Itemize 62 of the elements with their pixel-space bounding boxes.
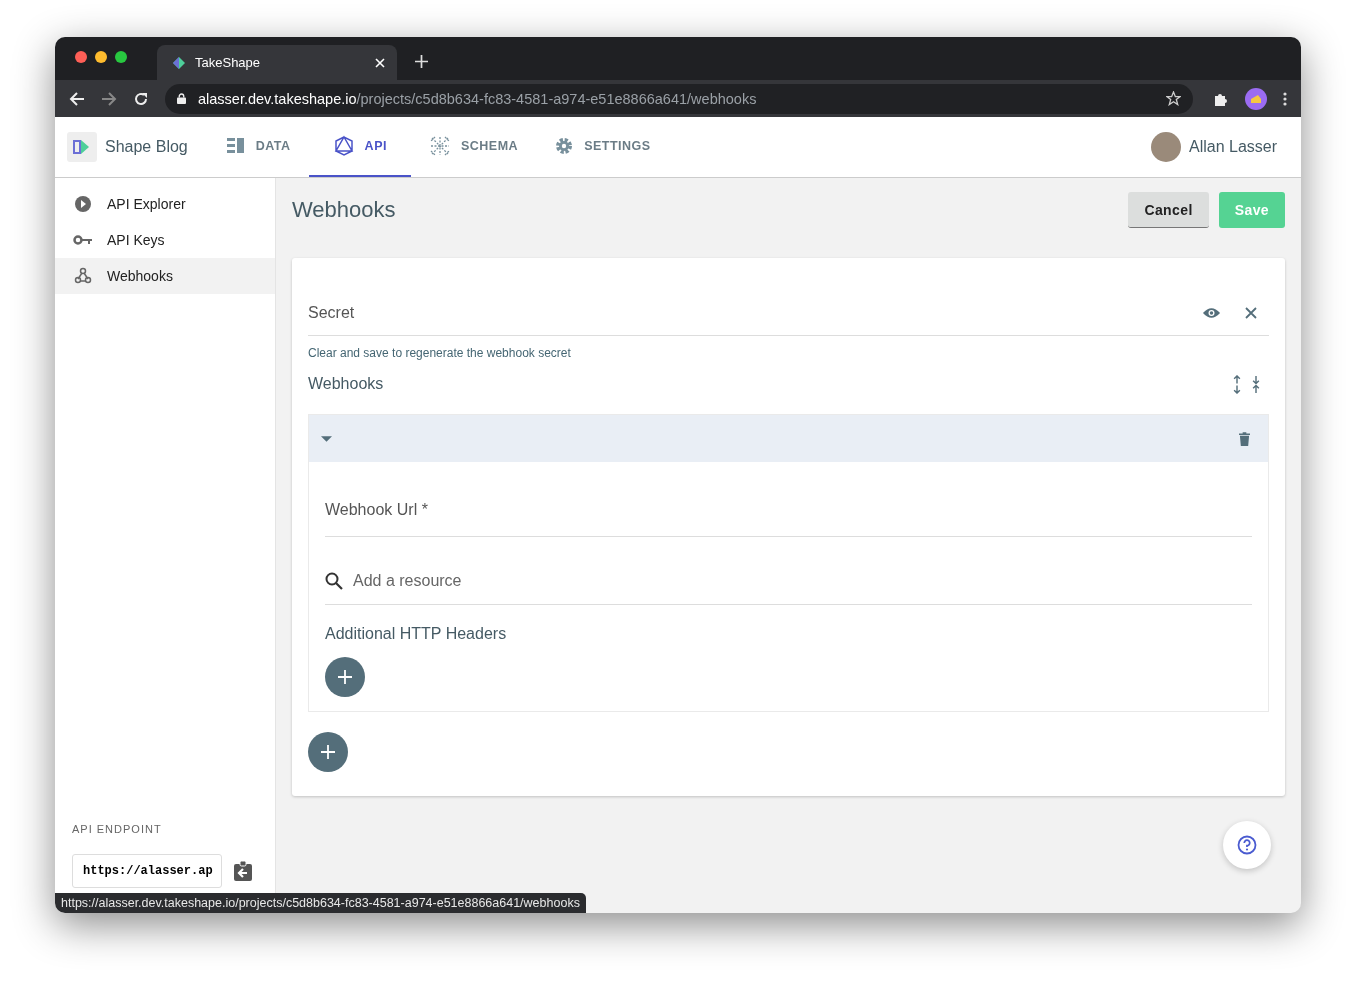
- status-url-tooltip: https://alasser.dev.takeshape.io/projects/c5d8b634-fc83-4581-a974-e51e8866a641/webhooks: [55, 893, 586, 913]
- settings-icon: [554, 136, 575, 156]
- section-label: Additional HTTP Headers: [325, 625, 508, 643]
- webhook-icon: [73, 267, 93, 285]
- resource-search-field[interactable]: Add a resource: [351, 570, 1252, 591]
- nav-tab[interactable]: SETTINGS: [536, 117, 669, 177]
- zoom-window-icon[interactable]: [115, 50, 127, 63]
- secret-field[interactable]: Secret: [308, 290, 1269, 336]
- help-icon: [1237, 835, 1257, 855]
- lattice-icon: [428, 135, 451, 157]
- add-webhook-button[interactable]: [308, 732, 348, 772]
- graph-icon: [332, 135, 355, 157]
- search-icon: [325, 571, 343, 590]
- nav-tab[interactable]: SCHEMA: [410, 117, 537, 177]
- profile-avatar[interactable]: [1245, 87, 1267, 110]
- address-bar[interactable]: alasser.dev.takeshape.io/projects/c5d8b634-fc83-4581-a974-e51e8866a641/webhooks: [165, 83, 1193, 114]
- collapse-icon[interactable]: [1252, 374, 1260, 394]
- minimize-window-icon[interactable]: [95, 50, 107, 63]
- close-window-icon[interactable]: [75, 50, 87, 63]
- cancel-button[interactable]: Cancel: [1128, 192, 1209, 228]
- plus-icon: [338, 670, 352, 684]
- key-icon: [73, 234, 93, 246]
- helper-text: Clear and save to regenerate the webhook secret: [308, 346, 572, 360]
- project-logo[interactable]: [67, 132, 97, 162]
- diamond-logo-icon: [173, 56, 185, 69]
- clipboard-icon[interactable]: [233, 861, 252, 881]
- field-label: Webhook Url *: [325, 501, 429, 519]
- url-host: alasser.dev.takeshape.io: [198, 90, 357, 107]
- caret-icon[interactable]: [321, 433, 332, 444]
- user-name[interactable]: Allan Lasser: [1188, 138, 1277, 156]
- star-icon[interactable]: [1166, 91, 1181, 106]
- lock-icon: [177, 93, 186, 104]
- plus-icon[interactable]: [415, 55, 428, 68]
- trash-icon[interactable]: [1239, 431, 1250, 446]
- user-avatar[interactable]: [1150, 132, 1181, 162]
- field-label: Secret: [308, 303, 356, 322]
- project-name[interactable]: Shape Blog: [105, 138, 188, 156]
- expand-icon[interactable]: [1233, 374, 1241, 394]
- eye-icon[interactable]: [1202, 306, 1221, 319]
- endpoint-label: API ENDPOINT: [72, 823, 163, 835]
- back-arrow-icon[interactable]: [69, 90, 85, 107]
- sidebar-item[interactable]: Webhooks: [55, 258, 275, 294]
- play-icon: [73, 195, 93, 213]
- add-header-button[interactable]: [325, 657, 365, 697]
- list-icon: [225, 136, 246, 156]
- tab-title: TakeShape: [195, 55, 262, 70]
- webhook-url-field[interactable]: Webhook Url *: [325, 484, 1252, 537]
- sidebar-item[interactable]: API Explorer: [55, 186, 275, 222]
- nav-tab[interactable]: DATA: [207, 117, 309, 177]
- plus-icon: [321, 745, 335, 759]
- forward-arrow-icon[interactable]: [101, 90, 117, 107]
- reload-icon[interactable]: [133, 90, 149, 107]
- help-button[interactable]: [1223, 821, 1271, 869]
- endpoint-field[interactable]: https://alasser.ap: [72, 854, 222, 888]
- nav-tab[interactable]: API: [308, 117, 411, 177]
- url-path: /projects/c5d8b634-fc83-4581-a974-e51e8866a641/webhooks: [356, 90, 758, 107]
- close-icon[interactable]: [1245, 306, 1257, 319]
- section-label: Webhooks: [308, 375, 385, 393]
- sidebar-item[interactable]: API Keys: [55, 222, 275, 258]
- browser-tab[interactable]: TakeShape: [157, 45, 397, 80]
- more-icon[interactable]: [1283, 90, 1287, 107]
- page-title: Webhooks: [292, 197, 397, 223]
